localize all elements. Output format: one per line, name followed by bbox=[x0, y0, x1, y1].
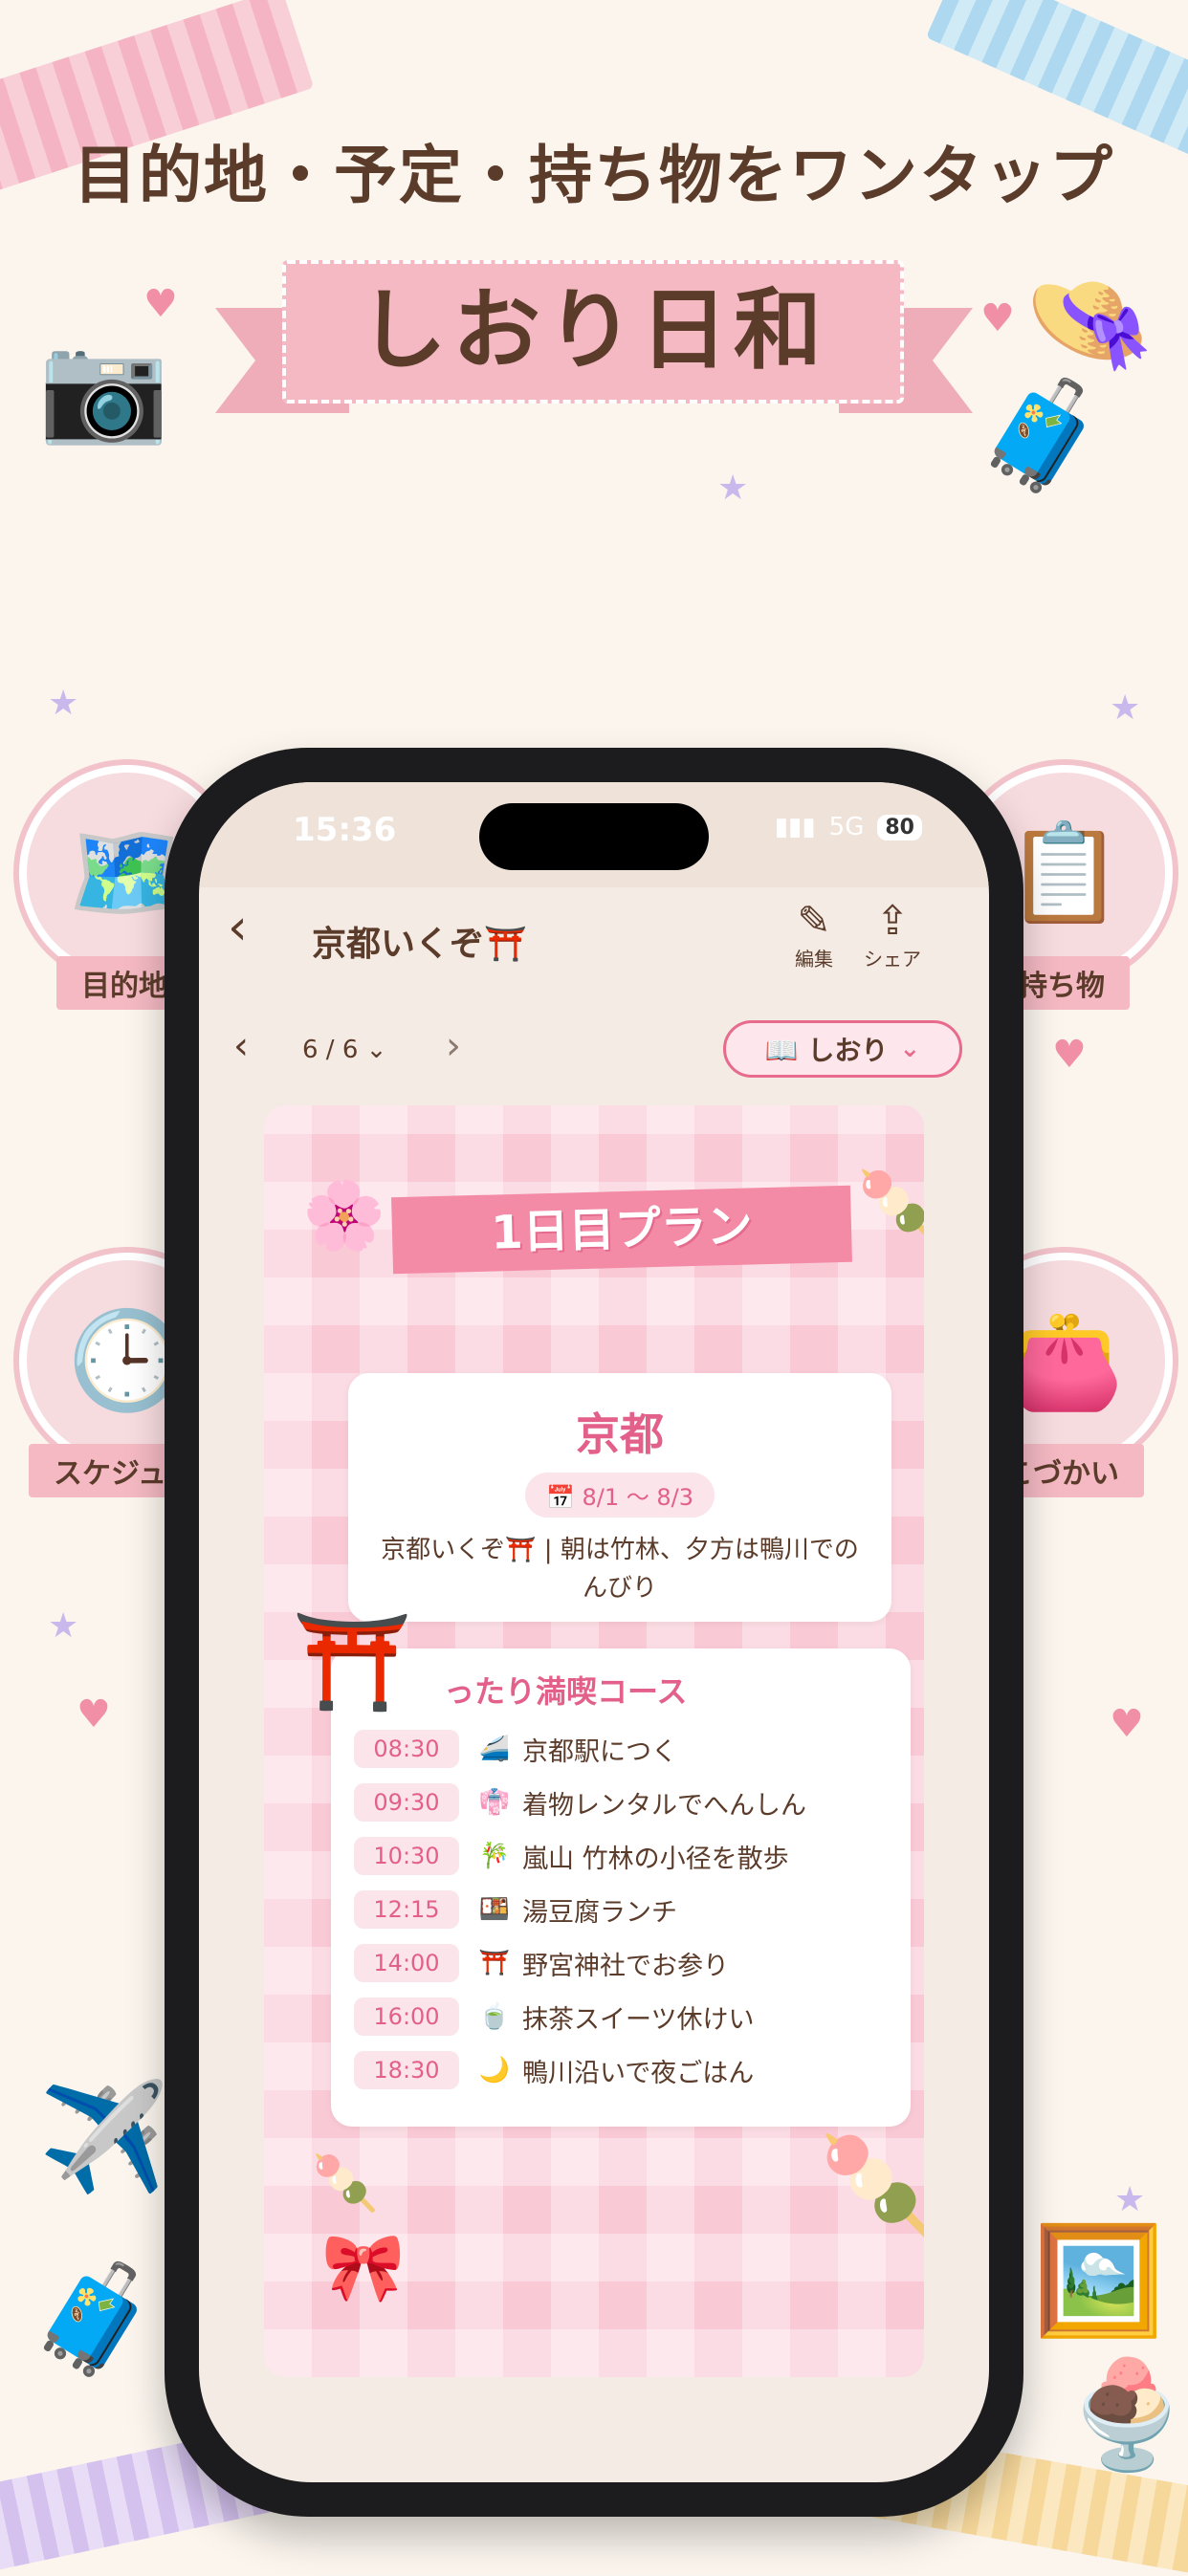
star-icon: ★ bbox=[1114, 2180, 1146, 2219]
schedule-time: 09:30 bbox=[354, 1783, 459, 1822]
cherry-blossom-icon: 🌸 bbox=[302, 1176, 386, 1255]
edit-button[interactable]: ✎ 編集 bbox=[781, 897, 847, 971]
schedule-text: 抹茶スイーツ休けい bbox=[522, 2004, 755, 2035]
train-icon: 🚄 bbox=[478, 1735, 511, 1763]
schedule-time: 18:30 bbox=[354, 2051, 459, 2089]
page-indicator[interactable]: 6 / 6 ⌄ bbox=[302, 1036, 386, 1064]
plan-card: 🌸 🍡 1日目プラン 京都 📅 8/1 〜 8/3 京都いくぞ⛩️ | 朝は竹林… bbox=[264, 1105, 924, 2377]
edit-label: 編集 bbox=[795, 948, 833, 971]
shrine-icon: ⛩️ bbox=[478, 1949, 511, 1977]
schedule-row[interactable]: 10:30 🎋 嵐山 竹林の小径を散歩 bbox=[354, 1834, 789, 1878]
share-button[interactable]: ⇪ シェア bbox=[859, 897, 926, 971]
dango-icon: 🍡 bbox=[857, 1167, 924, 1245]
promo-headline: 目的地・予定・持ち物をワンタップ bbox=[74, 139, 1114, 212]
schedule-time: 12:15 bbox=[354, 1890, 459, 1929]
schedule-time: 10:30 bbox=[354, 1837, 459, 1875]
schedule-text: 野宮神社でお参り bbox=[522, 1951, 729, 1981]
torii-icon: ⛩️ bbox=[293, 1605, 412, 1717]
moon-icon: 🌙 bbox=[478, 2056, 511, 2085]
schedule-row[interactable]: 18:30 🌙 鴨川沿いで夜ごはん bbox=[354, 2048, 754, 2092]
chevron-down-icon: ⌄ bbox=[899, 1035, 921, 1063]
back-button[interactable]: ‹ bbox=[228, 899, 248, 956]
trip-memo: 京都いくぞ⛩️ | 朝は竹林、夕方は鴨川でのんびり bbox=[381, 1536, 859, 1603]
app-name-banner: しおり日和 bbox=[215, 251, 973, 413]
view-mode-dropdown[interactable]: 📖 しおり ⌄ bbox=[723, 1020, 962, 1078]
app-name: しおり日和 bbox=[282, 260, 904, 404]
battery-icon: 80 bbox=[877, 814, 922, 840]
destination-city: 京都 bbox=[576, 1408, 664, 1460]
trip-dates: 📅 8/1 〜 8/3 bbox=[524, 1473, 715, 1517]
schedule-text: 着物レンタルでへんしん bbox=[522, 1790, 806, 1821]
status-indicators: ▮▮▮ 5G 80 bbox=[775, 813, 922, 841]
star-icon: ★ bbox=[717, 469, 749, 508]
heart-icon: ♥ bbox=[980, 296, 1015, 340]
straw-hat-icon: 👒 bbox=[1023, 259, 1155, 382]
camera-icon: 📷 bbox=[38, 326, 169, 448]
heart-icon: ♥ bbox=[1110, 1702, 1144, 1746]
next-page-button[interactable]: › bbox=[446, 1024, 461, 1068]
kimono-icon: 👘 bbox=[478, 1788, 511, 1817]
pencil-icon: ✎ bbox=[797, 897, 831, 944]
bamboo-icon: 🎋 bbox=[478, 1842, 511, 1870]
share-label: シェア bbox=[864, 948, 921, 971]
status-time: 15:36 bbox=[293, 811, 397, 849]
schedule-row[interactable]: 12:15 🍱 湯豆腐ランチ bbox=[354, 1888, 677, 1932]
schedule-time: 14:00 bbox=[354, 1944, 459, 1982]
course-title: ったり満喫コース bbox=[444, 1673, 688, 1710]
dynamic-island bbox=[479, 803, 709, 870]
prev-page-button[interactable]: ‹ bbox=[233, 1024, 249, 1068]
schedule-time: 16:00 bbox=[354, 1997, 459, 2036]
ribbon-icon: 🎀 bbox=[321, 2228, 406, 2306]
schedule-row[interactable]: 16:00 🍵 抹茶スイーツ休けい bbox=[354, 1995, 754, 2039]
plan-page-title: 1日目プラン bbox=[391, 1185, 852, 1275]
star-icon: ★ bbox=[48, 684, 79, 723]
heart-icon: ♥ bbox=[77, 1692, 111, 1736]
nav-bar: ‹ 京都いくぞ⛩️ ✎ 編集 ⇪ シェア bbox=[199, 878, 989, 983]
parfait-icon: 🍨 bbox=[1062, 2353, 1188, 2476]
luggage-icon: 🧳 bbox=[29, 2258, 160, 2380]
bento-icon: 🍱 bbox=[478, 1895, 511, 1924]
schedule-text: 湯豆腐ランチ bbox=[522, 1897, 677, 1928]
trip-info-box: 京都 📅 8/1 〜 8/3 京都いくぞ⛩️ | 朝は竹林、夕方は鴨川でのんびり bbox=[348, 1373, 891, 1622]
page-navigator: ‹ 6 / 6 ⌄ › 📖 しおり ⌄ bbox=[199, 1016, 989, 1083]
schedule-box: ⛩️ ったり満喫コース 08:30 🚄 京都駅につく 09:30 👘 着物レンタ… bbox=[293, 1614, 911, 2127]
schedule-text: 鴨川沿いで夜ごはん bbox=[522, 2058, 755, 2088]
airplane-icon: ✈️ bbox=[38, 2076, 169, 2198]
dango-icon: 🍡 bbox=[312, 2152, 379, 2215]
network-label: 5G bbox=[828, 813, 865, 841]
schedule-text: 嵐山 竹林の小径を散歩 bbox=[522, 1844, 789, 1874]
trip-title: 京都いくぞ⛩️ bbox=[312, 925, 527, 964]
view-mode-label: 📖 しおり bbox=[764, 1035, 889, 1066]
matcha-icon: 🍵 bbox=[478, 2002, 511, 2031]
schedule-text: 京都駅につく bbox=[522, 1736, 677, 1767]
star-icon: ★ bbox=[1110, 688, 1141, 728]
suitcase-icon: 🧳 bbox=[976, 374, 1107, 496]
share-icon: ⇪ bbox=[875, 897, 910, 944]
dango-character-icon: 🍡 bbox=[819, 2129, 924, 2241]
schedule-row[interactable]: 08:30 🚄 京都駅につく bbox=[354, 1727, 677, 1771]
star-icon: ★ bbox=[48, 1606, 79, 1646]
phone-frame: 15:36 ▮▮▮ 5G 80 ‹ 京都いくぞ⛩️ ✎ 編集 ⇪ シェア ‹ 6… bbox=[165, 748, 1023, 2517]
signal-icon: ▮▮▮ bbox=[774, 813, 816, 841]
schedule-row[interactable]: 14:00 ⛩️ 野宮神社でお参り bbox=[354, 1941, 729, 1985]
heart-icon: ♥ bbox=[1052, 1033, 1087, 1077]
phone-screen: 15:36 ▮▮▮ 5G 80 ‹ 京都いくぞ⛩️ ✎ 編集 ⇪ シェア ‹ 6… bbox=[199, 782, 989, 2482]
photo-icon: 🖼️ bbox=[1033, 2219, 1164, 2342]
schedule-row[interactable]: 09:30 👘 着物レンタルでへんしん bbox=[354, 1780, 806, 1824]
heart-icon: ♥ bbox=[143, 282, 178, 326]
schedule-time: 08:30 bbox=[354, 1730, 459, 1768]
